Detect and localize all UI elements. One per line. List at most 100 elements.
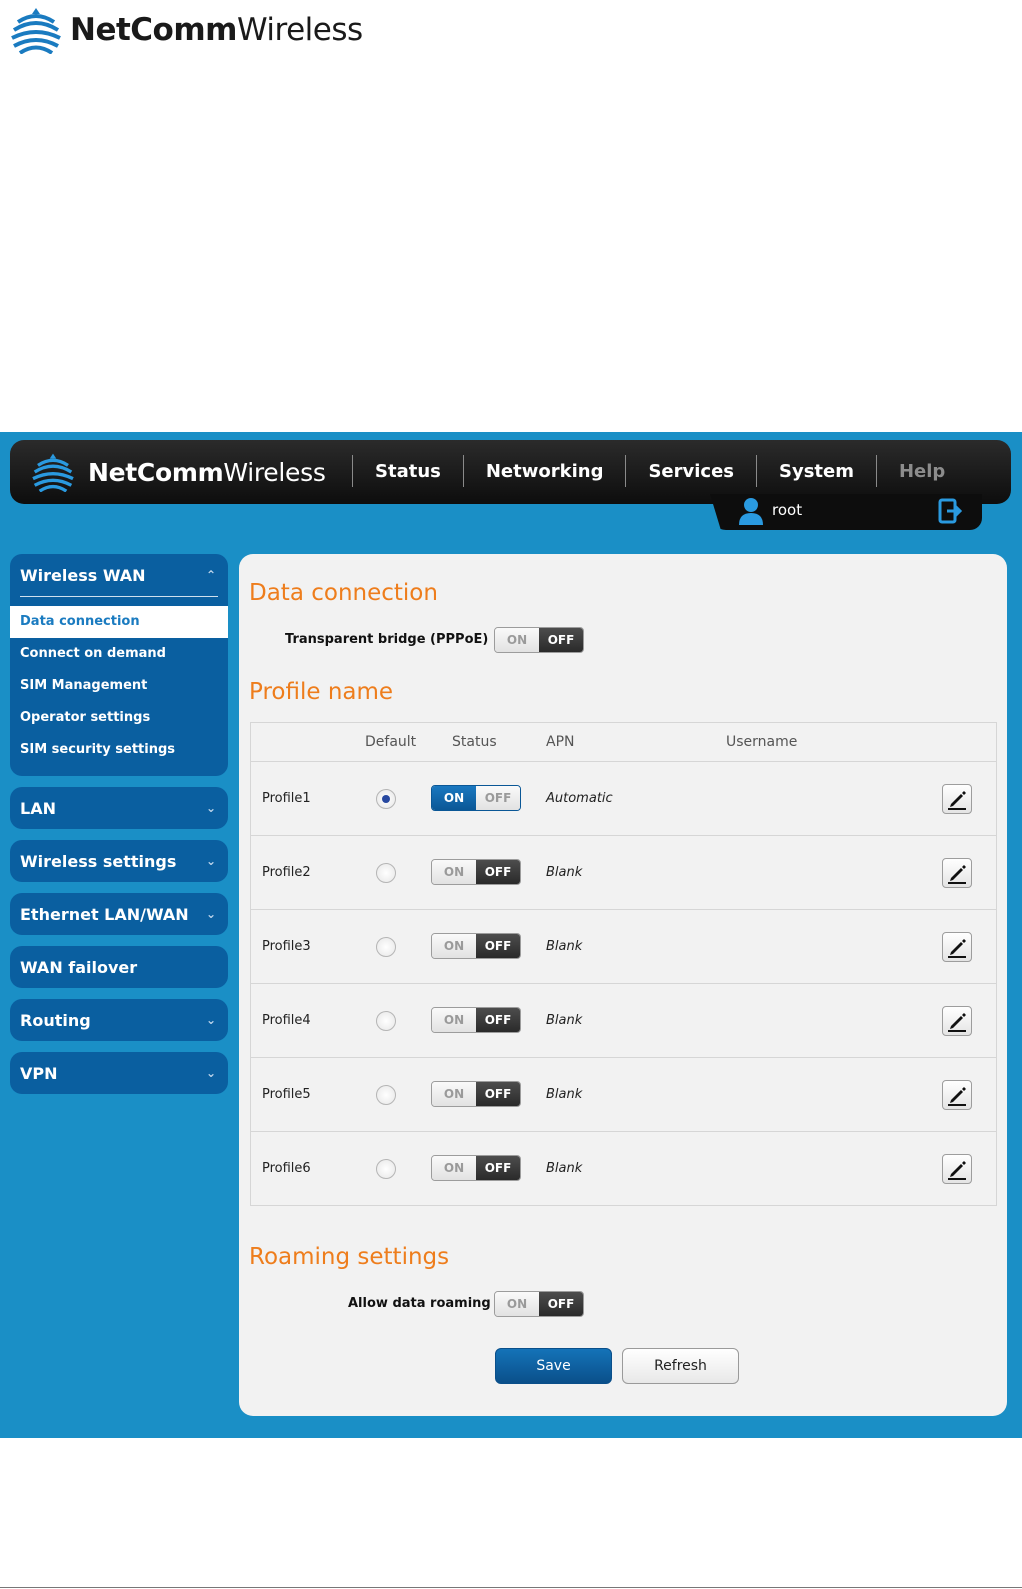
main-panel: Data connection Transparent bridge (PPPo… bbox=[239, 554, 1007, 1416]
sidebar-group-lan[interactable]: LAN ⌄ bbox=[10, 787, 228, 829]
sidebar-header-label: Routing bbox=[20, 1010, 91, 1030]
chevron-down-icon: ⌄ bbox=[205, 854, 216, 868]
edit-button[interactable] bbox=[942, 784, 972, 814]
pencil-icon bbox=[948, 1087, 966, 1106]
chevron-down-icon: ⌄ bbox=[205, 907, 216, 921]
allow-data-roaming-toggle[interactable]: ON OFF bbox=[494, 1291, 584, 1317]
apn-cell: Blank bbox=[546, 1087, 583, 1102]
toggle-on-label: ON bbox=[432, 1082, 476, 1106]
sidebar-item-sim-management[interactable]: SIM Management bbox=[10, 670, 228, 702]
profile-status-toggle[interactable]: ON OFF bbox=[431, 1007, 521, 1033]
profile-status-toggle[interactable]: ON OFF bbox=[431, 859, 521, 885]
edit-button[interactable] bbox=[942, 1006, 972, 1036]
chevron-down-icon: ⌄ bbox=[205, 1013, 216, 1027]
edit-button[interactable] bbox=[942, 1080, 972, 1110]
toggle-off-label: OFF bbox=[476, 1082, 520, 1106]
toggle-on-label: ON bbox=[432, 934, 476, 958]
apn-cell: Blank bbox=[546, 1161, 583, 1176]
sidebar-group-routing[interactable]: Routing ⌄ bbox=[10, 999, 228, 1041]
sidebar-item-operator-settings[interactable]: Operator settings bbox=[10, 702, 228, 734]
default-radio[interactable] bbox=[376, 789, 396, 809]
table-row: Profile1 ON OFF Automatic bbox=[251, 762, 996, 836]
apn-cell: Automatic bbox=[546, 791, 613, 806]
nav-services[interactable]: Services bbox=[626, 461, 756, 482]
section-title-profile-name: Profile name bbox=[249, 679, 394, 705]
nav-networking[interactable]: Networking bbox=[464, 461, 626, 482]
toggle-off-label: OFF bbox=[476, 1008, 520, 1032]
column-username: Username bbox=[726, 734, 798, 750]
save-button[interactable]: Save bbox=[495, 1348, 612, 1384]
default-radio[interactable] bbox=[376, 937, 396, 957]
pencil-icon bbox=[948, 865, 966, 884]
sidebar: Wireless WAN ⌃ Data connection Connect o… bbox=[10, 554, 228, 1105]
edit-button[interactable] bbox=[942, 932, 972, 962]
pencil-icon bbox=[948, 1161, 966, 1180]
table-row: Profile4 ON OFF Blank bbox=[251, 984, 996, 1058]
table-body: Profile1 ON OFF Automatic Profile2 ON OFF Blank… bbox=[251, 762, 996, 1205]
table-row: Profile3 ON OFF Blank bbox=[251, 910, 996, 984]
profile-status-toggle[interactable]: ON OFF bbox=[431, 1155, 521, 1181]
toggle-on-label: ON bbox=[432, 1156, 476, 1180]
user-bar: root bbox=[710, 494, 982, 530]
sidebar-item-sim-security-settings[interactable]: SIM security settings bbox=[10, 734, 228, 766]
toggle-off-label: OFF bbox=[476, 860, 520, 884]
header-logo[interactable]: NetCommWireless bbox=[30, 452, 326, 492]
toggle-on-label: ON bbox=[432, 860, 476, 884]
default-radio[interactable] bbox=[376, 1011, 396, 1031]
sidebar-group-vpn[interactable]: VPN ⌄ bbox=[10, 1052, 228, 1094]
sidebar-group-wan-failover[interactable]: WAN failover bbox=[10, 946, 228, 988]
section-title-roaming-settings: Roaming settings bbox=[249, 1244, 450, 1270]
username-label: root bbox=[772, 501, 803, 519]
profile-status-toggle[interactable]: ON OFF bbox=[431, 785, 521, 811]
table-row: Profile2 ON OFF Blank bbox=[251, 836, 996, 910]
transparent-bridge-toggle[interactable]: ON OFF bbox=[494, 627, 584, 653]
sidebar-item-data-connection[interactable]: Data connection bbox=[10, 606, 228, 638]
edit-button[interactable] bbox=[942, 1154, 972, 1184]
page-footer-rule bbox=[0, 1587, 1022, 1588]
nav-system[interactable]: System bbox=[757, 461, 876, 482]
allow-data-roaming-label: Allow data roaming bbox=[348, 1296, 491, 1311]
profile-name-cell: Profile1 bbox=[262, 791, 311, 806]
sidebar-header-vpn[interactable]: VPN ⌄ bbox=[10, 1052, 228, 1094]
sidebar-header-label: VPN bbox=[20, 1063, 58, 1083]
toggle-on-label: ON bbox=[495, 628, 539, 652]
sidebar-header-lan[interactable]: LAN ⌄ bbox=[10, 787, 228, 829]
chevron-down-icon: ⌄ bbox=[205, 801, 216, 815]
sidebar-subitems: Data connection Connect on demand SIM Ma… bbox=[10, 597, 228, 776]
sidebar-header-wireless-wan[interactable]: Wireless WAN ⌃ bbox=[20, 554, 218, 597]
sidebar-group-ethernet-lan-wan[interactable]: Ethernet LAN/WAN ⌄ bbox=[10, 893, 228, 935]
sidebar-group-wireless-settings[interactable]: Wireless settings ⌄ bbox=[10, 840, 228, 882]
profiles-table: Default Status APN Username Profile1 ON OF… bbox=[250, 722, 997, 1206]
logout-icon[interactable] bbox=[938, 498, 962, 524]
apn-cell: Blank bbox=[546, 939, 583, 954]
sidebar-header-wan-failover[interactable]: WAN failover bbox=[10, 946, 228, 988]
sidebar-group-wireless-wan: Wireless WAN ⌃ Data connection Connect o… bbox=[10, 554, 228, 776]
sidebar-header-label: LAN bbox=[20, 798, 56, 818]
apn-cell: Blank bbox=[546, 1013, 583, 1028]
toggle-on-label: ON bbox=[432, 1008, 476, 1032]
profile-name-cell: Profile2 bbox=[262, 865, 311, 880]
sidebar-header-routing[interactable]: Routing ⌄ bbox=[10, 999, 228, 1041]
sidebar-header-wireless-settings[interactable]: Wireless settings ⌄ bbox=[10, 840, 228, 882]
document-logo: NetCommWireless bbox=[10, 6, 363, 54]
sidebar-header-label: Wireless WAN bbox=[20, 565, 146, 585]
nav-help[interactable]: Help bbox=[877, 461, 967, 482]
edit-button[interactable] bbox=[942, 858, 972, 888]
apn-cell: Blank bbox=[546, 865, 583, 880]
chevron-down-icon: ⌄ bbox=[205, 1066, 216, 1080]
default-radio[interactable] bbox=[376, 863, 396, 883]
sidebar-header-ethernet-lan-wan[interactable]: Ethernet LAN/WAN ⌄ bbox=[10, 893, 228, 935]
transparent-bridge-label: Transparent bridge (PPPoE) bbox=[285, 632, 489, 647]
toggle-on-label: ON bbox=[432, 786, 476, 810]
column-status: Status bbox=[452, 734, 497, 750]
wifi-logo-icon bbox=[11, 8, 61, 54]
toggle-off-label: OFF bbox=[539, 628, 583, 652]
default-radio[interactable] bbox=[376, 1159, 396, 1179]
column-default: Default bbox=[365, 734, 417, 750]
refresh-button[interactable]: Refresh bbox=[622, 1348, 739, 1384]
profile-status-toggle[interactable]: ON OFF bbox=[431, 933, 521, 959]
sidebar-item-connect-on-demand[interactable]: Connect on demand bbox=[10, 638, 228, 670]
default-radio[interactable] bbox=[376, 1085, 396, 1105]
profile-status-toggle[interactable]: ON OFF bbox=[431, 1081, 521, 1107]
nav-status[interactable]: Status bbox=[353, 461, 463, 482]
